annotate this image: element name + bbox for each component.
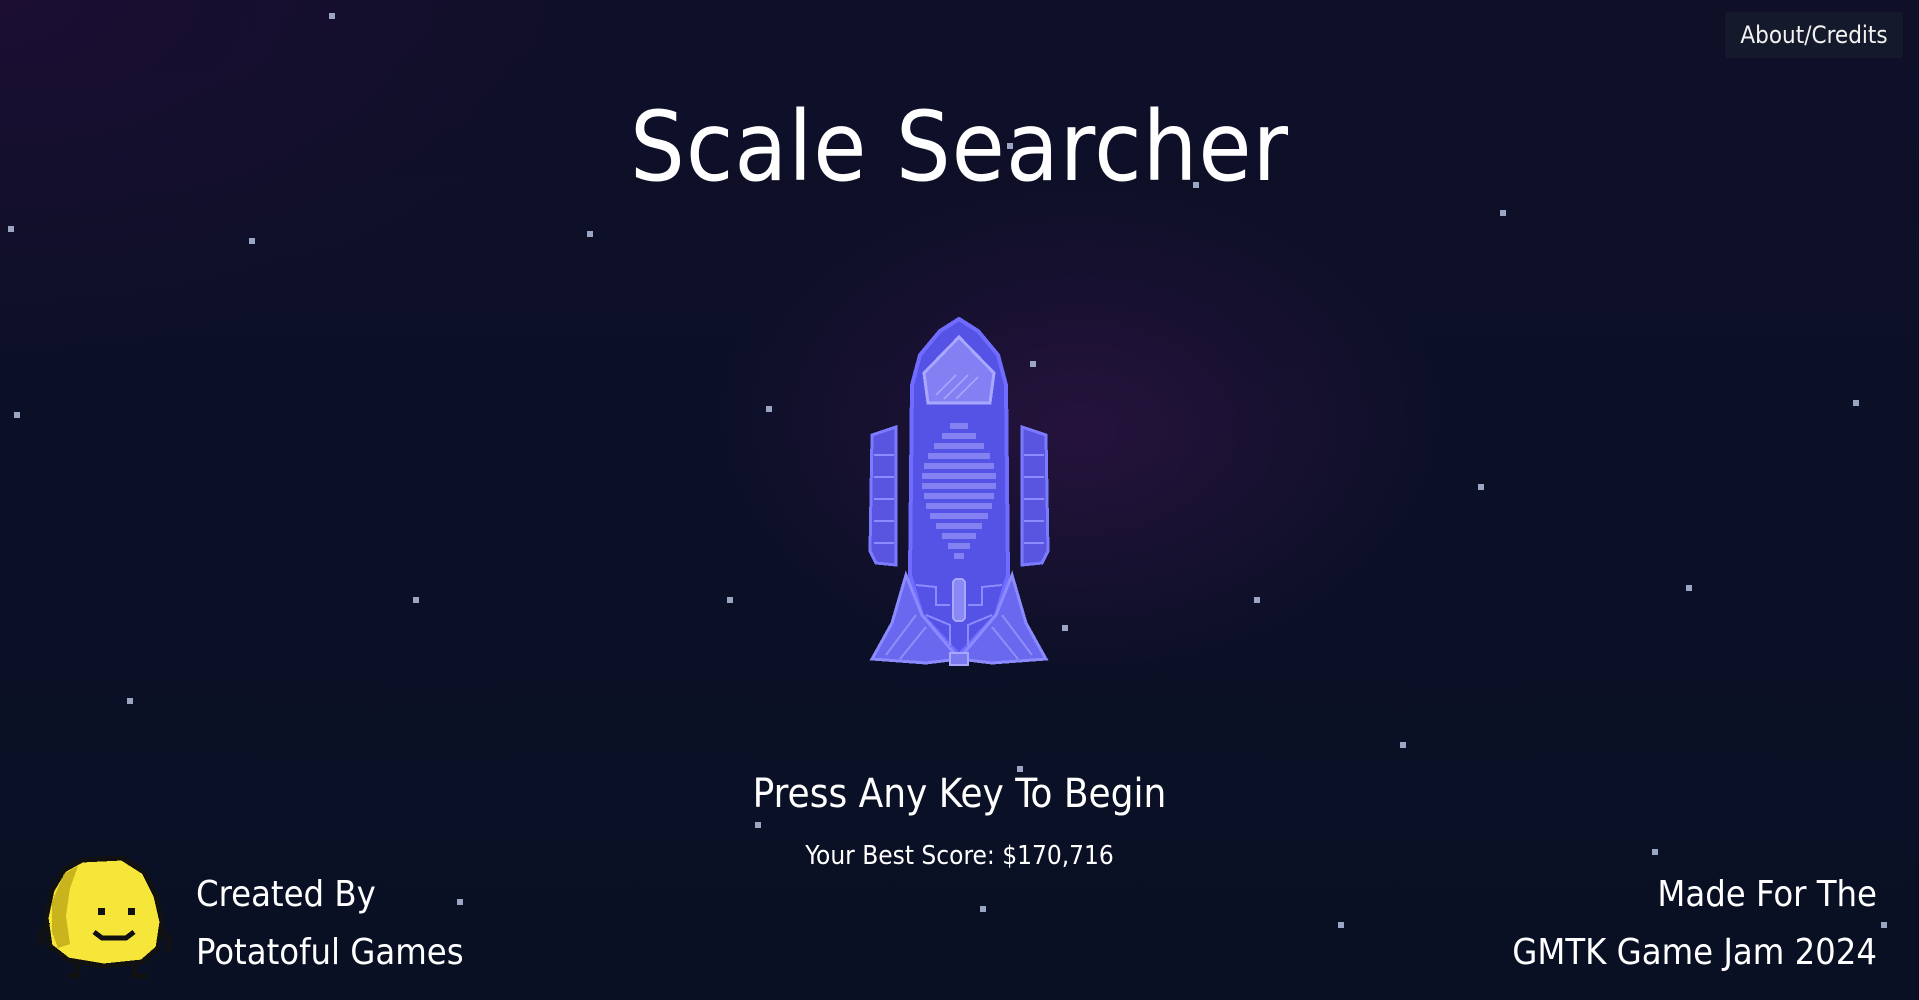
- star: [127, 698, 133, 704]
- star: [1338, 922, 1344, 928]
- game-title: Scale Searcher: [630, 91, 1289, 203]
- star: [249, 238, 255, 244]
- star: [980, 906, 986, 912]
- studio-name: Potatoful Games: [196, 932, 464, 973]
- created-by-credit: Created By Potatoful Games: [196, 866, 464, 982]
- star: [1686, 585, 1692, 591]
- rocket-ship-icon: [868, 316, 1050, 666]
- star: [727, 597, 733, 603]
- star: [1254, 597, 1260, 603]
- potato-mascot-icon: [38, 855, 173, 979]
- star: [1500, 210, 1506, 216]
- about-credits-button[interactable]: About/Credits: [1725, 12, 1903, 58]
- star: [1853, 400, 1859, 406]
- star: [1062, 625, 1068, 631]
- press-any-key-prompt: Press Any Key To Begin: [752, 771, 1167, 817]
- created-by-label: Created By: [196, 874, 376, 915]
- made-for-label: Made For The: [1657, 874, 1877, 915]
- star: [8, 226, 14, 232]
- star: [587, 231, 593, 237]
- star: [413, 597, 419, 603]
- game-jam-credit: Made For The GMTK Game Jam 2024: [1512, 866, 1877, 982]
- star: [14, 412, 20, 418]
- star: [1400, 742, 1406, 748]
- star: [1881, 922, 1887, 928]
- star: [766, 406, 772, 412]
- game-jam-name: GMTK Game Jam 2024: [1512, 932, 1877, 973]
- star: [755, 822, 761, 828]
- star: [329, 13, 335, 19]
- star: [1478, 484, 1484, 490]
